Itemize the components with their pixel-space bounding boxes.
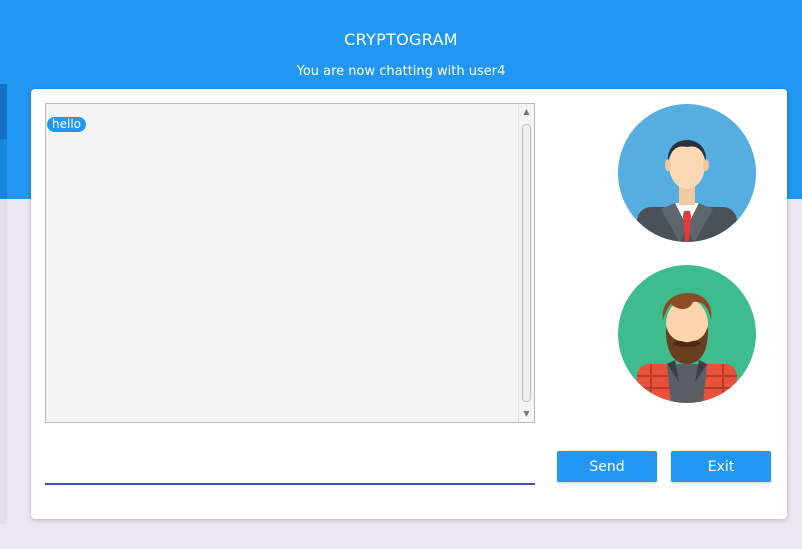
send-button[interactable]: Send	[557, 451, 657, 482]
exit-button[interactable]: Exit	[671, 451, 771, 482]
background-window-edge	[0, 84, 7, 524]
bearded-man-avatar-icon	[618, 265, 756, 403]
businessman-avatar-icon	[618, 104, 756, 242]
chat-partner-subtitle: You are now chatting with user4	[296, 64, 506, 79]
scroll-up-arrow-icon[interactable]: ▲	[519, 105, 534, 119]
scroll-down-arrow-icon[interactable]: ▼	[519, 407, 534, 421]
app-title: CRYPTOGRAM	[344, 30, 458, 49]
chat-scrollbar[interactable]: ▲ ▼	[518, 104, 534, 422]
message-bubble: hello	[47, 117, 86, 132]
chat-history: hello ▲ ▼	[45, 103, 535, 423]
scroll-thumb[interactable]	[522, 124, 531, 402]
chat-card: hello ▲ ▼ Send Exit	[31, 89, 787, 519]
message-input[interactable]	[45, 449, 535, 485]
